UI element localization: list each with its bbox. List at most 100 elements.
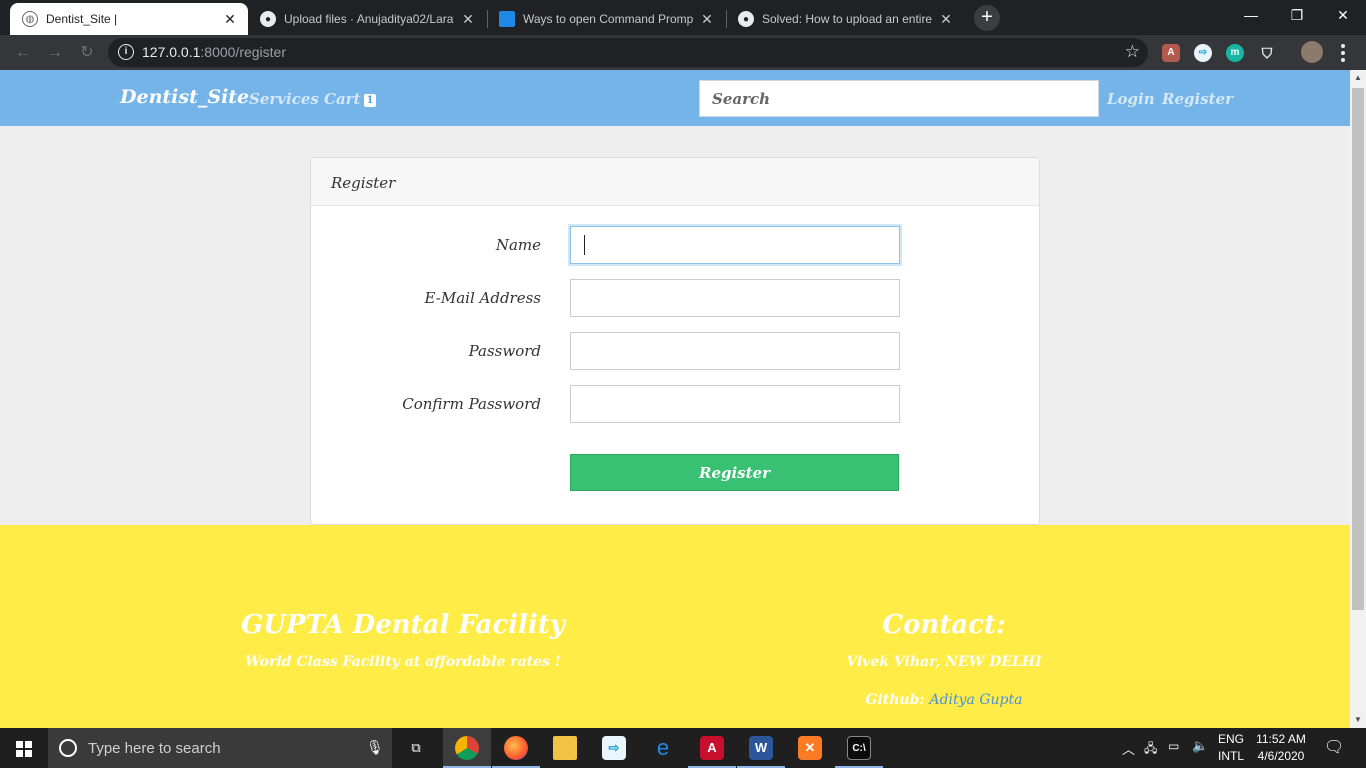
close-window-button[interactable]: ✕ xyxy=(1320,0,1366,32)
github-link[interactable]: Aditya Gupta xyxy=(929,692,1022,708)
language-indicator[interactable]: ENG INTL xyxy=(1214,731,1248,765)
email-input[interactable] xyxy=(570,279,900,317)
nav-cart[interactable]: Cart 1 xyxy=(324,90,377,108)
footer-left-title: GUPTA Dental Facility xyxy=(241,610,565,640)
confirm-password-label: Confirm Password xyxy=(402,395,541,413)
forward-button[interactable]: → xyxy=(44,42,66,64)
taskbar-search-placeholder: Type here to search xyxy=(88,740,221,757)
name-input[interactable] xyxy=(570,226,900,264)
footer-contact-title: Contact: xyxy=(882,610,1006,640)
tab-command-prompt[interactable]: Ways to open Command Prompt ✕ xyxy=(487,3,725,35)
taskbar-chrome[interactable] xyxy=(443,728,491,768)
github-icon: ● xyxy=(260,11,276,27)
nav-login[interactable]: Login xyxy=(1107,90,1155,108)
confirm-password-row: Confirm Password xyxy=(311,385,1039,423)
browser-toolbar: ← → ↻ i 127.0.0.1:8000/register ☆ A ⇨ m … xyxy=(0,35,1366,70)
address-bar[interactable]: i 127.0.0.1:8000/register ☆ xyxy=(108,38,1148,67)
scroll-up-arrow-icon[interactable]: ▲ xyxy=(1350,70,1366,86)
footer-address: Vivek Vihar, NEW DELHI xyxy=(846,654,1042,670)
bookmark-star-icon[interactable]: ☆ xyxy=(1125,42,1140,62)
terminal-icon: C:\ xyxy=(847,736,871,760)
page-scrollbar[interactable]: ▲ ▼ xyxy=(1350,70,1366,728)
taskbar-word[interactable]: W xyxy=(737,728,785,768)
scroll-down-arrow-icon[interactable]: ▼ xyxy=(1350,712,1366,728)
shield-extension-icon[interactable]: ⛉ xyxy=(1258,44,1276,62)
task-view-icon: ⧉ xyxy=(411,740,421,755)
language-code: ENG xyxy=(1217,732,1244,746)
taskbar-acrobat[interactable]: A xyxy=(688,728,736,768)
start-button[interactable] xyxy=(0,728,48,768)
firefox-icon xyxy=(504,736,528,760)
register-button[interactable]: Register xyxy=(570,454,899,491)
password-row: Password xyxy=(311,332,1039,370)
screen-share-icon: ⇨ xyxy=(602,736,626,760)
taskbar-quick-share[interactable]: ⇨ xyxy=(590,728,638,768)
edge-icon: e xyxy=(656,735,670,760)
site-footer: GUPTA Dental Facility World Class Facili… xyxy=(0,525,1350,728)
github-icon: ● xyxy=(738,11,754,27)
password-label: Password xyxy=(468,342,541,360)
name-row: Name xyxy=(311,226,1039,264)
cortana-icon xyxy=(59,739,77,757)
url-host: 127.0.0.1 xyxy=(142,44,201,60)
confirm-password-input[interactable] xyxy=(570,385,900,423)
chrome-icon xyxy=(455,736,479,760)
nav-services[interactable]: Services xyxy=(249,90,319,108)
taskbar-edge[interactable]: e xyxy=(639,728,687,768)
nav-register[interactable]: Register xyxy=(1162,90,1233,108)
close-icon[interactable]: ✕ xyxy=(938,11,954,28)
tab-title: Dentist_Site | xyxy=(46,12,118,26)
tray-chevron-icon[interactable]: ︿ xyxy=(1122,739,1135,768)
site-search-input[interactable] xyxy=(699,80,1099,117)
xampp-icon: ✕ xyxy=(798,736,822,760)
restore-button[interactable]: ❐ xyxy=(1274,0,1320,32)
tab-solved-upload[interactable]: ● Solved: How to upload an entire ✕ xyxy=(726,3,964,35)
close-icon[interactable]: ✕ xyxy=(222,11,238,28)
menu-kebab-icon[interactable] xyxy=(1340,44,1346,65)
scrollbar-thumb[interactable] xyxy=(1352,88,1364,610)
taskbar-xampp[interactable]: ✕ xyxy=(786,728,834,768)
task-view-button[interactable]: ⧉ xyxy=(392,728,440,768)
tab-upload-files[interactable]: ● Upload files · Anujaditya02/Laravel ✕ xyxy=(248,3,486,35)
minimize-button[interactable]: — xyxy=(1228,0,1274,32)
clock-date: 4/6/2020 xyxy=(1257,749,1305,763)
tab-title: Upload files · Anujaditya02/Laravel xyxy=(284,12,454,26)
network-icon[interactable]: 🖧 xyxy=(1144,739,1157,768)
notifications-icon[interactable]: 🗨 xyxy=(1324,737,1344,768)
clock-time: 11:52 AM xyxy=(1256,732,1306,746)
mendeley-extension-icon[interactable]: m xyxy=(1226,44,1244,62)
tab-title: Solved: How to upload an entire xyxy=(762,12,932,26)
footer-tagline: World Class Facility at affordable rates… xyxy=(245,654,561,670)
windows-site-icon xyxy=(499,11,515,27)
reload-button[interactable]: ↻ xyxy=(76,42,98,64)
taskbar-file-explorer[interactable] xyxy=(541,728,589,768)
cart-count-badge: 1 xyxy=(363,94,377,107)
pdf-extension-icon[interactable]: A xyxy=(1162,44,1180,62)
profile-avatar[interactable] xyxy=(1301,41,1323,63)
volume-icon[interactable]: 🔈 xyxy=(1192,738,1208,768)
register-card: Register Name E-Mail Address Password Co… xyxy=(310,157,1040,525)
close-icon[interactable]: ✕ xyxy=(699,11,715,28)
folder-icon xyxy=(553,736,577,760)
battery-icon[interactable]: ▭ xyxy=(1168,739,1179,768)
new-tab-button[interactable]: + xyxy=(974,5,1000,31)
url-text[interactable]: 127.0.0.1:8000/register xyxy=(142,44,286,60)
tab-dentist-site[interactable]: ◍ Dentist_Site | ✕ xyxy=(10,3,248,35)
site-brand[interactable]: Dentist_Site xyxy=(120,86,249,108)
tab-title: Ways to open Command Prompt xyxy=(523,12,693,26)
close-icon[interactable]: ✕ xyxy=(460,11,476,28)
acrobat-icon: A xyxy=(700,736,724,760)
taskbar-firefox[interactable] xyxy=(492,728,540,768)
microphone-icon[interactable]: 🎙 xyxy=(366,739,384,756)
taskbar-clock[interactable]: 11:52 AM 4/6/2020 xyxy=(1248,731,1314,765)
taskbar-search[interactable]: Type here to search 🎙 xyxy=(48,728,392,768)
footer-github: Github: Aditya Gupta xyxy=(866,692,1023,708)
password-input[interactable] xyxy=(570,332,900,370)
text-caret xyxy=(584,235,585,255)
taskbar-command-prompt[interactable]: C:\ xyxy=(835,728,883,768)
screen-share-extension-icon[interactable]: ⇨ xyxy=(1194,44,1212,62)
email-label: E-Mail Address xyxy=(424,289,541,307)
keyboard-layout: INTL xyxy=(1217,749,1244,763)
site-info-icon[interactable]: i xyxy=(118,44,134,60)
back-button[interactable]: ← xyxy=(12,42,34,64)
